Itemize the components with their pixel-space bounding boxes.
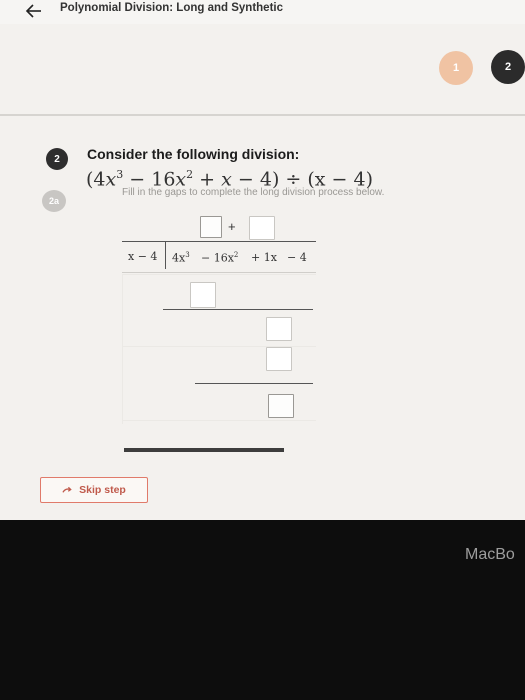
quotient-term-2-input[interactable] xyxy=(249,216,275,240)
divisor-label: x − 4 xyxy=(128,250,158,263)
remainder-final-input[interactable] xyxy=(268,394,294,418)
skip-step-button[interactable]: Skip step xyxy=(40,477,148,503)
row-separator xyxy=(122,272,316,273)
app-screen: Polynomial Division: Long and Synthetic … xyxy=(0,0,525,520)
page-title: Polynomial Division: Long and Synthetic xyxy=(60,2,283,14)
quotient-plus-sign: + xyxy=(228,219,236,234)
skip-step-label: Skip step xyxy=(79,484,126,496)
dividend-term-3: + 1x xyxy=(251,251,277,264)
question-prompt: Consider the following division: xyxy=(87,146,300,162)
dividend-term-4: − 4 xyxy=(287,251,307,264)
top-bar: Polynomial Division: Long and Synthetic xyxy=(0,0,525,24)
question-number-badge: 2 xyxy=(46,148,68,170)
subpart-badge: 2a xyxy=(42,190,66,212)
step-indicator-1[interactable]: 1 xyxy=(439,51,473,85)
dividend-term-2: − 16x2 xyxy=(201,251,239,265)
instruction-text: Fill in the gaps to complete the long di… xyxy=(122,187,385,198)
arrow-left-icon[interactable] xyxy=(24,1,44,21)
subtraction-line-1 xyxy=(163,309,313,311)
quotient-term-1-input[interactable] xyxy=(200,216,222,238)
division-bar xyxy=(122,241,316,243)
subtraction-line-2 xyxy=(195,383,313,385)
step-indicator-2[interactable]: 2 xyxy=(491,50,525,84)
division-bracket xyxy=(165,241,167,269)
work-area-edge xyxy=(122,274,123,424)
remainder-term-input-1[interactable] xyxy=(266,317,292,341)
section-divider xyxy=(0,114,525,116)
skip-arrow-icon xyxy=(62,486,72,493)
device-bezel-label: MacBo xyxy=(465,546,515,563)
product-term-input[interactable] xyxy=(190,282,216,308)
dividend-term-1: 4x3 xyxy=(172,251,190,265)
remainder-term-input-2[interactable] xyxy=(266,347,292,371)
progress-rule xyxy=(124,448,284,452)
work-row-line xyxy=(122,274,316,275)
work-row-line xyxy=(122,420,316,421)
